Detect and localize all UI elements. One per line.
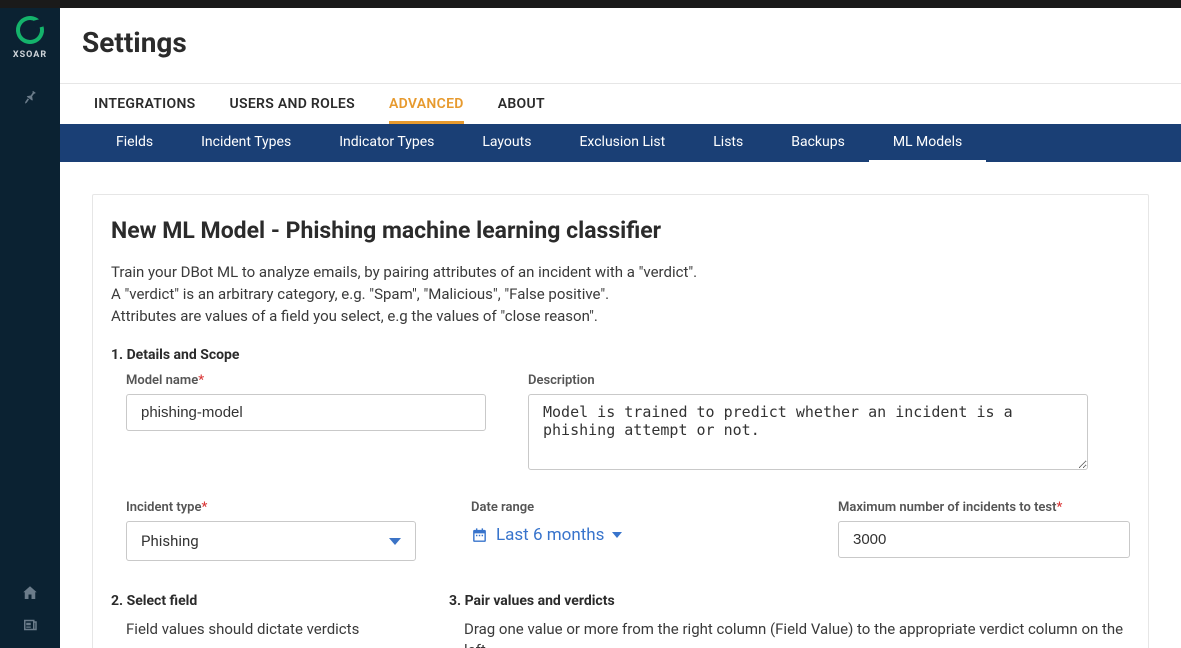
- home-icon[interactable]: [20, 584, 40, 602]
- description-label: Description: [528, 373, 1088, 388]
- chevron-down-icon: [389, 538, 401, 545]
- tab-integrations[interactable]: INTEGRATIONS: [94, 84, 196, 124]
- brand-logo[interactable]: XSOAR: [13, 16, 47, 60]
- max-incidents-label: Maximum number of incidents to test*: [838, 500, 1130, 515]
- subnav-incident-types[interactable]: Incident Types: [177, 124, 315, 162]
- settings-tabs: INTEGRATIONS USERS AND ROLES ADVANCED AB…: [60, 83, 1181, 124]
- date-range-label: Date range: [471, 500, 622, 515]
- max-incidents-input[interactable]: [838, 521, 1130, 558]
- window-topbar: [0, 0, 1181, 8]
- ml-model-form: New ML Model - Phishing machine learning…: [92, 194, 1149, 648]
- section-3-desc-line: Drag one value or more from the right co…: [464, 619, 1130, 648]
- pin-icon[interactable]: [20, 88, 40, 108]
- brand-name: XSOAR: [13, 50, 47, 60]
- description-textarea[interactable]: [528, 394, 1088, 470]
- date-range-value: Last 6 months: [496, 525, 604, 545]
- advanced-subnav: Fields Incident Types Indicator Types La…: [60, 124, 1181, 162]
- form-title: New ML Model - Phishing machine learning…: [111, 217, 1130, 244]
- subnav-backups[interactable]: Backups: [767, 124, 869, 162]
- section-1-heading: 1. Details and Scope: [111, 347, 1130, 363]
- subnav-exclusion-list[interactable]: Exclusion List: [555, 124, 689, 162]
- incident-type-label: Incident type*: [126, 500, 416, 515]
- left-sidebar: XSOAR: [0, 8, 60, 648]
- section-2-heading: 2. Select field: [111, 593, 449, 609]
- calendar-icon: [471, 527, 488, 544]
- page-title: Settings: [82, 26, 1159, 59]
- news-icon[interactable]: [20, 616, 40, 634]
- chevron-down-icon: [612, 532, 622, 538]
- logo-icon: [13, 13, 47, 47]
- date-range-picker[interactable]: Last 6 months: [471, 525, 622, 545]
- subnav-lists[interactable]: Lists: [689, 124, 767, 162]
- tab-users-roles[interactable]: USERS AND ROLES: [230, 84, 355, 124]
- section-3-heading: 3. Pair values and verdicts: [449, 593, 1130, 609]
- form-desc-line: Attributes are values of a field you sel…: [111, 306, 1130, 328]
- form-desc-line: A "verdict" is an arbitrary category, e.…: [111, 284, 1130, 306]
- form-desc-line: Train your DBot ML to analyze emails, by…: [111, 262, 1130, 284]
- incident-type-value: Phishing: [141, 532, 199, 550]
- subnav-layouts[interactable]: Layouts: [458, 124, 555, 162]
- subnav-fields[interactable]: Fields: [92, 124, 177, 162]
- tab-about[interactable]: ABOUT: [498, 84, 545, 124]
- tab-advanced[interactable]: ADVANCED: [389, 84, 464, 124]
- subnav-ml-models[interactable]: ML Models: [869, 124, 986, 162]
- model-name-input[interactable]: [126, 394, 486, 431]
- subnav-indicator-types[interactable]: Indicator Types: [315, 124, 458, 162]
- section-2-desc: Field values should dictate verdicts: [111, 619, 449, 639]
- model-name-label: Model name*: [126, 373, 486, 388]
- incident-type-select[interactable]: Phishing: [126, 521, 416, 561]
